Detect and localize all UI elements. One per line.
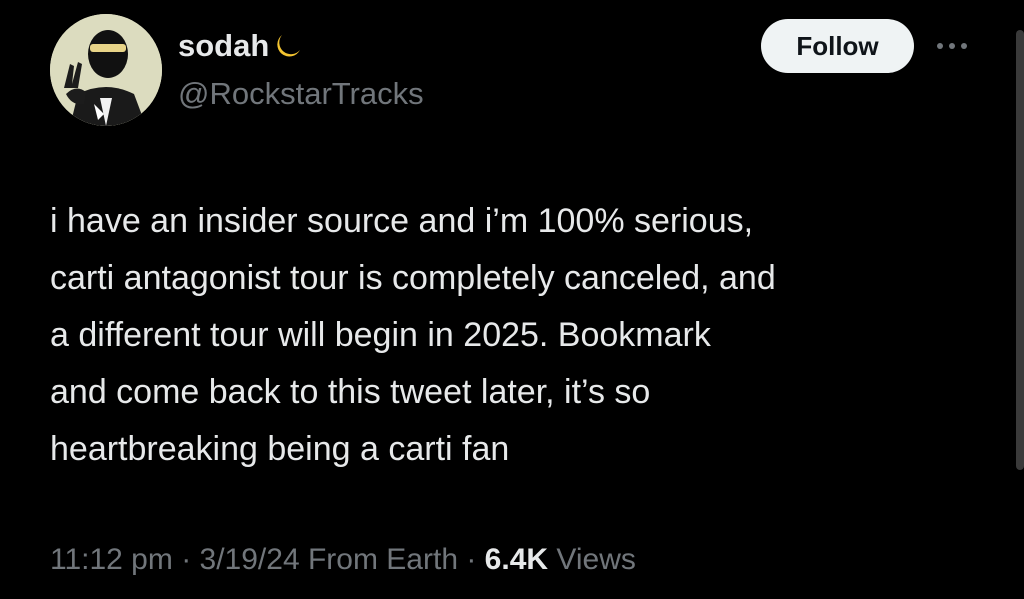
more-options-button[interactable] — [928, 28, 976, 64]
crescent-moon-icon — [273, 31, 303, 61]
views-count[interactable]: 6.4K — [485, 543, 548, 576]
display-name-text: sodah — [178, 28, 270, 63]
tweet-time[interactable]: 11:12 pm — [50, 543, 173, 576]
views-label: Views — [556, 543, 636, 576]
follow-button[interactable]: Follow — [761, 19, 914, 73]
tweet-location: From Earth — [307, 543, 458, 576]
display-name[interactable]: sodah — [178, 28, 303, 64]
meta-separator: · — [172, 543, 200, 576]
avatar[interactable] — [50, 14, 162, 126]
tweet-text: i have an insider source and i’m 100% se… — [50, 202, 776, 468]
meta-separator: · — [458, 543, 485, 576]
user-handle[interactable]: @RockstarTracks — [178, 76, 424, 112]
masked-figure-avatar-image — [50, 14, 162, 126]
tweet-date[interactable]: 3/19/24 — [200, 543, 300, 576]
tweet-metadata: 11:12 pm · 3/19/24 From Earth · 6.4K Vie… — [50, 540, 636, 580]
scrollbar[interactable] — [1016, 30, 1024, 470]
more-dots-icon — [937, 43, 967, 49]
tweet-card: sodah @RockstarTracks Follow i have an i… — [0, 0, 1024, 599]
